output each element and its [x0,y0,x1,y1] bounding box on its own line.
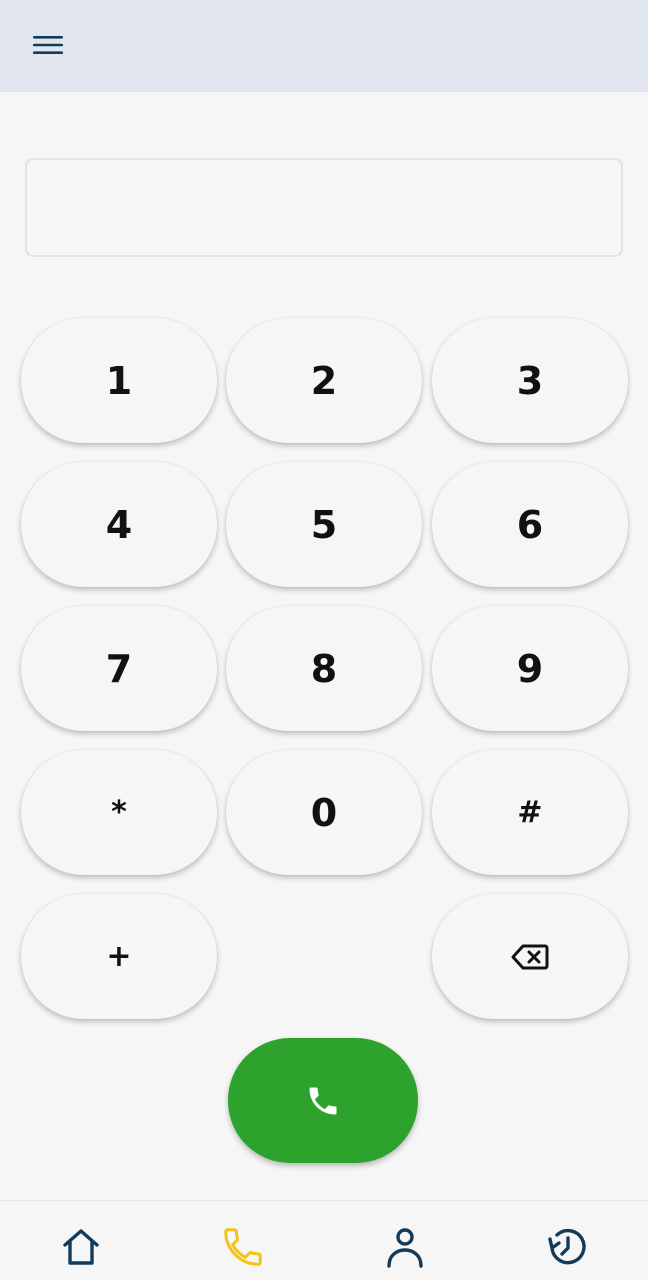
phone-number-input[interactable] [25,158,623,257]
key-label: 0 [310,790,338,835]
dialer-screen: 1 2 3 4 5 6 7 8 9 * 0 # + [0,0,648,1280]
key-5[interactable]: 5 [226,462,422,587]
key-2[interactable]: 2 [226,318,422,443]
key-label: 9 [516,646,544,691]
key-label: 6 [516,502,544,547]
backspace-button[interactable] [432,894,628,1019]
key-7[interactable]: 7 [21,606,217,731]
key-plus[interactable]: + [21,894,217,1019]
phone-icon [309,1087,337,1114]
hamburger-menu-icon [33,36,63,54]
backspace-icon [511,944,549,969]
key-label: # [517,795,543,830]
nav-home[interactable] [57,1223,105,1271]
top-app-bar [0,0,648,92]
key-label: 7 [105,646,133,691]
person-icon [387,1228,423,1268]
phone-icon [224,1228,262,1266]
key-6[interactable]: 6 [432,462,628,587]
menu-button[interactable] [28,28,68,62]
key-1[interactable]: 1 [21,318,217,443]
key-label: 2 [310,358,338,403]
key-label: 1 [105,358,133,403]
key-label: + [106,939,132,974]
history-icon [548,1228,586,1265]
key-3[interactable]: 3 [432,318,628,443]
nav-history[interactable] [543,1223,591,1271]
nav-dialer[interactable] [219,1223,267,1271]
key-star[interactable]: * [21,750,217,875]
key-label: 8 [310,646,338,691]
bottom-navigation [0,1200,648,1280]
key-hash[interactable]: # [432,750,628,875]
home-icon [63,1229,99,1265]
key-0[interactable]: 0 [226,750,422,875]
call-button[interactable] [228,1038,418,1163]
key-label: 5 [310,502,338,547]
key-label: 4 [105,502,133,547]
nav-contacts[interactable] [381,1223,429,1271]
key-4[interactable]: 4 [21,462,217,587]
key-8[interactable]: 8 [226,606,422,731]
key-label: * [111,795,127,830]
key-9[interactable]: 9 [432,606,628,731]
key-label: 3 [516,358,544,403]
